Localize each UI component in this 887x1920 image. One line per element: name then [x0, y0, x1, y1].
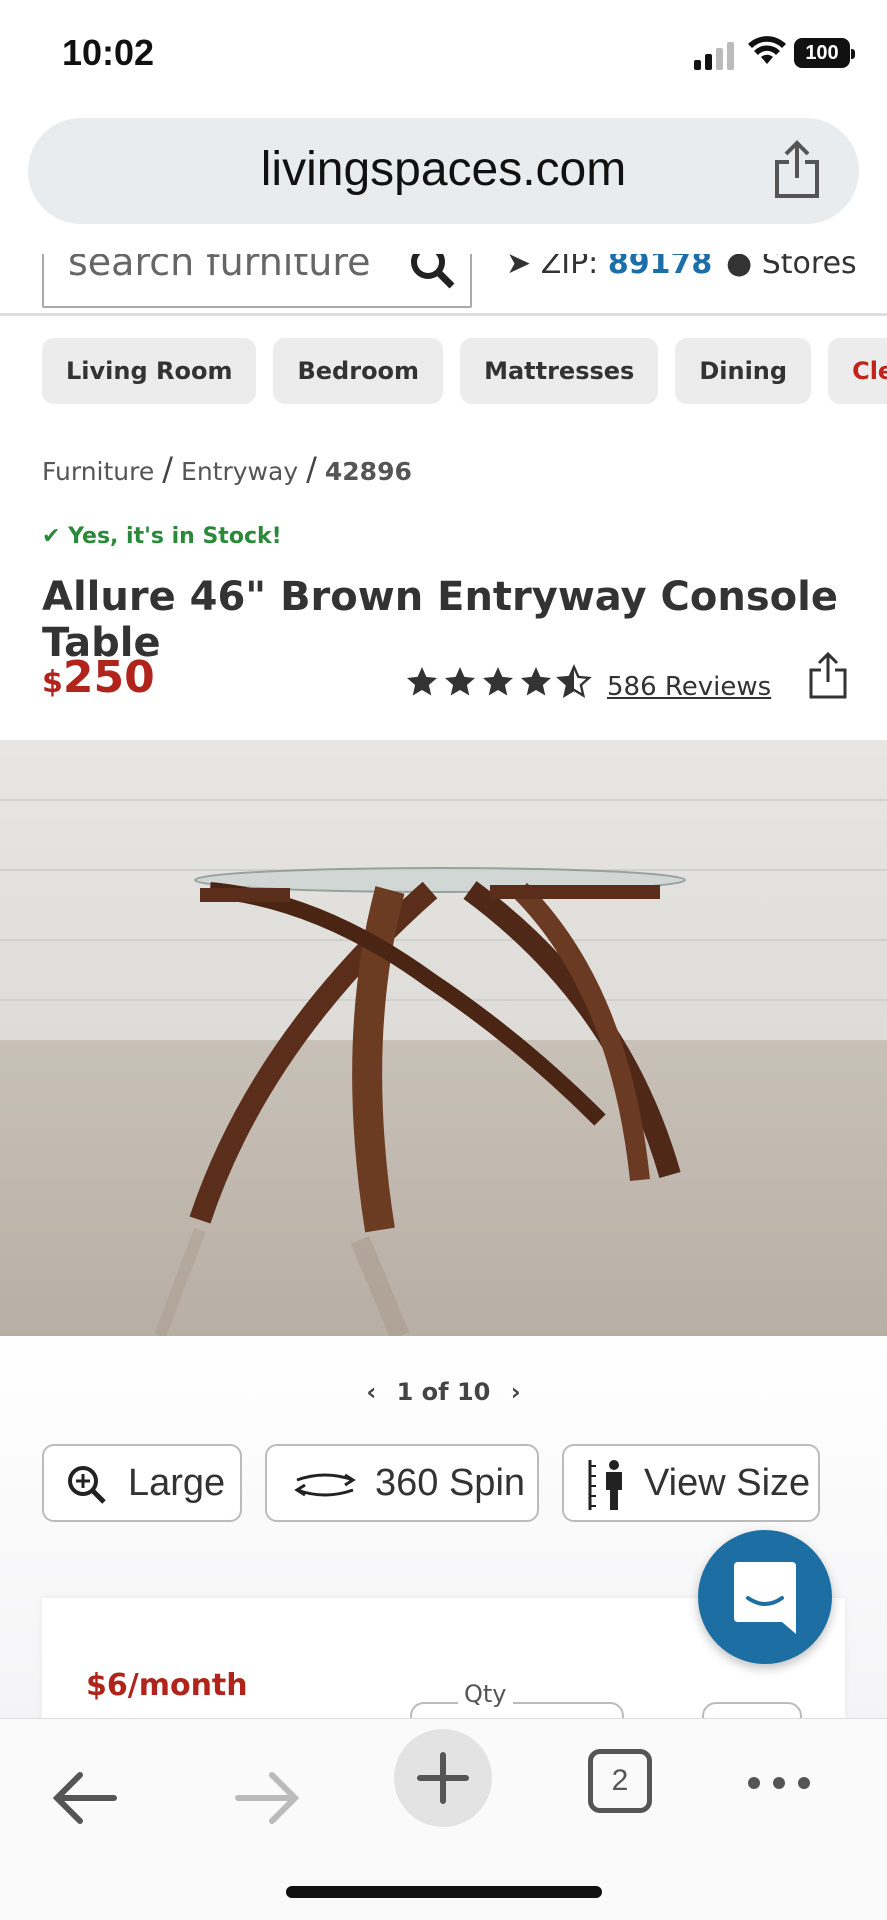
stock-text: Yes, it's in Stock!	[68, 524, 282, 549]
more-icon[interactable]	[744, 1773, 814, 1793]
breadcrumb-separator: /	[306, 450, 317, 488]
view-size-button[interactable]: View Size	[562, 1444, 820, 1522]
breadcrumb-entryway[interactable]: Entryway	[181, 457, 298, 486]
zoom-icon	[68, 1466, 106, 1504]
home-indicator[interactable]	[286, 1886, 602, 1898]
plus-icon	[417, 1752, 469, 1804]
product-title: Allure 46" Brown Entryway Console Table	[42, 574, 838, 666]
breadcrumb-current: 42896	[324, 457, 412, 486]
zip-label: ZIP:	[540, 254, 599, 281]
half-star-icon	[556, 664, 592, 698]
status-time: 10:02	[62, 32, 155, 73]
tabs-button[interactable]: 2	[588, 1749, 652, 1813]
spin-icon	[294, 1473, 356, 1497]
search-placeholder: search furniture	[68, 254, 371, 284]
site-header: search furniture ➤ ZIP: 89178 ● Stores	[0, 254, 887, 316]
zip-value: 89178	[607, 254, 713, 281]
breadcrumb-furniture[interactable]: Furniture	[42, 457, 154, 486]
breadcrumb: Furniture / Entryway/42896	[42, 450, 412, 488]
share-icon[interactable]	[771, 140, 823, 200]
url-text[interactable]: livingspaces.com	[28, 142, 859, 197]
monthly-payment[interactable]: $6/month	[86, 1668, 248, 1703]
reviews-link[interactable]: 586 Reviews	[607, 672, 771, 702]
stores-label: Stores	[761, 254, 857, 281]
battery-icon: 100	[794, 38, 855, 68]
category-bedroom[interactable]: Bedroom	[273, 338, 444, 404]
map-pin-icon: ●	[726, 254, 753, 281]
large-view-button[interactable]: Large	[42, 1444, 242, 1522]
image-counter: 1 of 10	[396, 1378, 491, 1406]
price-amount: 250	[62, 652, 155, 703]
star-icon	[521, 667, 551, 696]
chat-button[interactable]	[698, 1530, 832, 1664]
person-ruler-icon	[588, 1460, 622, 1510]
stock-status: ✔ Yes, it's in Stock!	[42, 524, 282, 549]
new-tab-button[interactable]	[394, 1729, 492, 1827]
share-icon[interactable]	[808, 652, 848, 700]
star-icon	[407, 667, 437, 696]
forward-arrow-icon[interactable]	[230, 1767, 300, 1829]
check-icon: ✔	[42, 524, 61, 549]
category-clearance[interactable]: Clearance	[828, 338, 887, 404]
product-price: $250	[42, 652, 155, 703]
category-dining[interactable]: Dining	[675, 338, 812, 404]
spin-label: 360 Spin	[375, 1462, 526, 1504]
product-image[interactable]	[0, 740, 887, 1336]
address-bar[interactable]: livingspaces.com	[28, 118, 859, 224]
search-icon[interactable]	[408, 254, 456, 290]
star-icon	[483, 667, 513, 696]
back-arrow-icon[interactable]	[52, 1767, 122, 1829]
large-label: Large	[128, 1462, 226, 1504]
qty-label: Qty	[458, 1680, 513, 1708]
price-currency: $	[42, 665, 63, 700]
category-nav: Living RoomBedroomMattressesDining Cleara…	[42, 338, 887, 404]
rating-stars[interactable]	[404, 664, 594, 702]
view-size-label: View Size	[644, 1462, 811, 1504]
chevron-right-icon[interactable]: ›	[511, 1378, 521, 1406]
star-icon	[445, 667, 475, 696]
category-living-room[interactable]: Living Room	[42, 338, 257, 404]
breadcrumb-separator: /	[162, 450, 174, 488]
chevron-left-icon[interactable]: ‹	[366, 1378, 376, 1406]
image-carousel-nav: ‹ 1 of 10 ›	[0, 1378, 887, 1406]
stores-link[interactable]: ● Stores	[726, 254, 857, 281]
category-mattresses[interactable]: Mattresses	[460, 338, 659, 404]
spin-360-button[interactable]: 360 Spin	[265, 1444, 539, 1522]
status-bar: 10:02 100	[0, 0, 887, 108]
tab-count: 2	[611, 1764, 629, 1797]
location-arrow-icon: ➤	[506, 254, 532, 281]
search-input[interactable]: search furniture	[42, 254, 472, 308]
chat-icon	[734, 1562, 796, 1634]
zip-selector[interactable]: ➤ ZIP: 89178	[506, 254, 712, 281]
wifi-icon	[748, 36, 786, 64]
signal-icon	[694, 40, 736, 70]
